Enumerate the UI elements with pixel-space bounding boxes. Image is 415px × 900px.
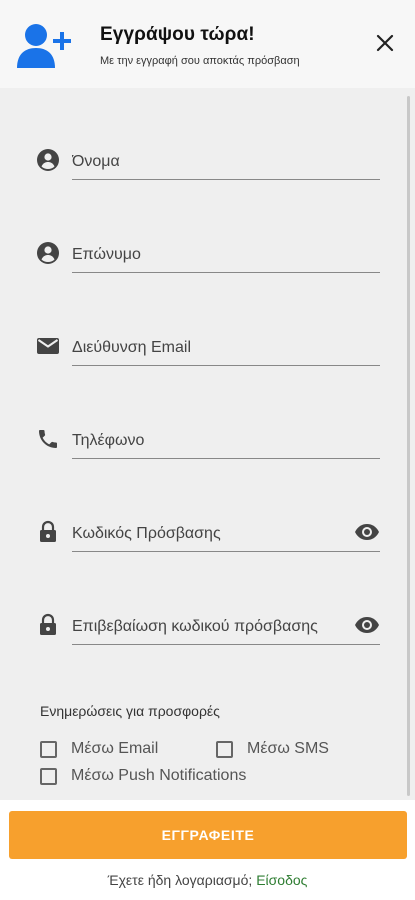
checkbox-box[interactable]	[216, 740, 233, 758]
checkbox-box[interactable]	[40, 740, 57, 758]
checkbox-box[interactable]	[40, 767, 57, 785]
account-circle-icon	[37, 242, 59, 264]
password-confirm-field	[36, 605, 380, 645]
checkbox-label: Μέσω Push Notifications	[71, 767, 247, 784]
last-name-field	[36, 233, 380, 273]
offers-label: Ενημερώσεις για προσφορές	[40, 703, 220, 719]
mail-icon	[37, 338, 59, 354]
add-user-icon	[17, 24, 71, 68]
lock-icon	[40, 520, 56, 542]
phone-field	[36, 419, 380, 459]
offer-sms-checkbox[interactable]: Μέσω SMS	[216, 740, 329, 758]
password-confirm-input[interactable]	[72, 605, 342, 645]
close-icon[interactable]	[375, 33, 395, 53]
lock-icon	[40, 613, 56, 635]
checkbox-label: Μέσω SMS	[247, 740, 329, 757]
password-input[interactable]	[72, 512, 342, 552]
login-prompt: Έχετε ήδη λογαριασμό; Είσοδος	[0, 872, 415, 888]
scrollbar[interactable]	[407, 96, 410, 796]
password-field	[36, 512, 380, 552]
account-circle-icon	[37, 149, 59, 171]
page-subtitle: Με την εγγραφή σου αποκτάς πρόσβαση	[100, 55, 300, 67]
eye-icon[interactable]	[354, 614, 380, 636]
register-button[interactable]: ΕΓΓΡΑΦΕΙΤΕ	[9, 811, 407, 859]
last-name-input[interactable]	[72, 233, 380, 273]
offer-push-checkbox[interactable]: Μέσω Push Notifications	[40, 767, 246, 785]
signup-header: Εγγράψου τώρα! Με την εγγραφή σου αποκτά…	[0, 0, 415, 88]
signup-footer: ΕΓΓΡΑΦΕΙΤΕ Έχετε ήδη λογαριασμό; Είσοδος	[0, 800, 415, 900]
email-input[interactable]	[72, 326, 380, 366]
first-name-field	[36, 140, 380, 180]
first-name-input[interactable]	[72, 140, 380, 180]
eye-icon[interactable]	[354, 521, 380, 543]
offer-email-checkbox[interactable]: Μέσω Email	[40, 740, 158, 758]
phone-input[interactable]	[72, 419, 380, 459]
login-link[interactable]: Είσοδος	[256, 872, 307, 888]
phone-icon	[39, 430, 57, 448]
signup-form: Ενημερώσεις για προσφορές Μέσω Email Μέσ…	[0, 88, 415, 800]
email-field	[36, 326, 380, 366]
login-prompt-text: Έχετε ήδη λογαριασμό;	[107, 872, 257, 888]
checkbox-label: Μέσω Email	[71, 740, 159, 757]
page-title: Εγγράψου τώρα!	[100, 24, 255, 45]
